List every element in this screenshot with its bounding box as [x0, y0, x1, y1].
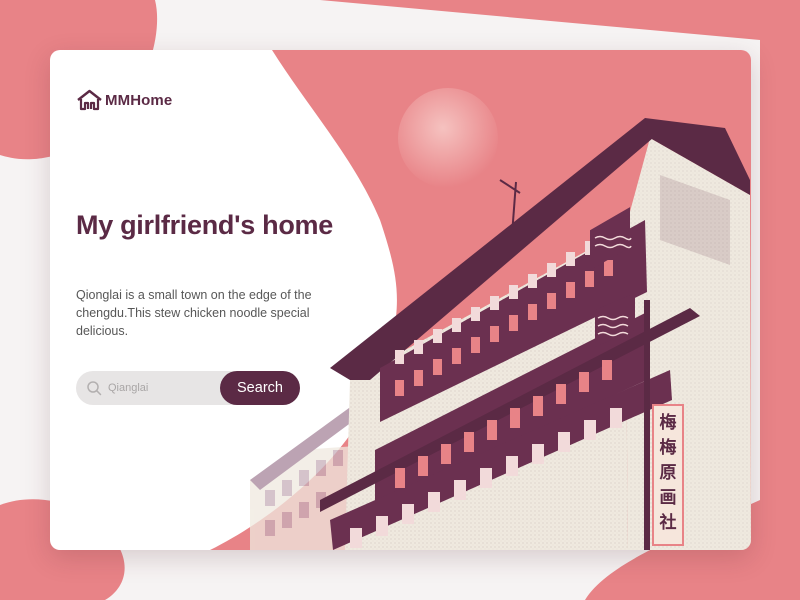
- svg-text:梅: 梅: [660, 412, 677, 433]
- brand-name: MMHome: [105, 91, 173, 109]
- svg-text:梅: 梅: [660, 437, 677, 458]
- hero-description: Qionglai is a small town on the edge of …: [76, 288, 312, 338]
- page-title: My girlfriend's home: [76, 210, 333, 240]
- search-icon: [87, 381, 102, 396]
- search-button[interactable]: Search: [220, 371, 300, 405]
- main-card: 梅 梅 原 画 社 MMHome My girlfriend's home Qi…: [50, 50, 751, 550]
- search-input[interactable]: [108, 371, 218, 405]
- shop-sign: 梅 梅 原 画 社: [652, 404, 684, 546]
- search-bar: Search: [76, 371, 300, 405]
- house-logo-icon: [77, 89, 102, 111]
- svg-text:画: 画: [660, 488, 677, 508]
- brand-logo[interactable]: MMHome: [76, 86, 172, 114]
- svg-text:社: 社: [659, 512, 677, 533]
- svg-text:原: 原: [660, 463, 677, 483]
- sun-shape: [398, 88, 498, 188]
